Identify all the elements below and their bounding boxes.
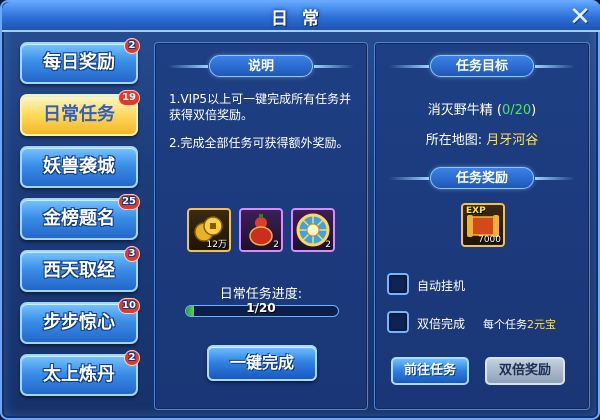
task-map: 所在地图: 月牙河谷 — [375, 129, 589, 148]
task-reward-header: 任务奖励 — [389, 167, 534, 189]
nav-item-journey-west[interactable]: 西天取经 3 — [20, 246, 140, 292]
window-title: 日常 — [271, 9, 333, 29]
one-click-complete-button[interactable]: 一键完成 — [207, 345, 317, 381]
notification-badge: 19 — [118, 90, 140, 106]
map-name-link[interactable]: 月牙河谷 — [486, 133, 538, 148]
description-header: 说明 — [168, 55, 313, 77]
nav-item-label: 妖兽袭城 — [43, 156, 115, 177]
target-count: 0/20 — [501, 103, 532, 118]
nav-item-label: 每日奖励 — [43, 52, 115, 73]
progress-text: 1/20 — [246, 301, 276, 315]
item-quantity: 2 — [273, 240, 279, 250]
nav-item-label: 步步惊心 — [43, 312, 115, 333]
progress-label: 日常任务进度: — [219, 287, 303, 302]
notification-badge: 2 — [124, 38, 140, 54]
daily-window: 日常 ✕ 每日奖励 2 日常任务 19 妖兽袭城 金榜题名 25 西天取经 3 … — [0, 0, 600, 420]
target-suffix: ) — [531, 103, 537, 118]
reward-slot-wheel[interactable]: 2 — [291, 208, 335, 252]
auto-hang-label: 自动挂机 — [417, 279, 466, 293]
notification-badge: 25 — [118, 194, 140, 210]
nav-item-label: 日常任务 — [43, 104, 115, 125]
item-quantity: 12万 — [206, 240, 227, 250]
nav-item-step-thrill[interactable]: 步步惊心 10 — [20, 298, 140, 344]
nav-item-gold-list[interactable]: 金榜题名 25 — [20, 194, 140, 240]
double-cost-prefix: 每个任务 — [483, 318, 527, 331]
notification-badge: 3 — [124, 246, 140, 262]
nav-item-label: 西天取经 — [43, 260, 115, 281]
double-cost: 每个任务2元宝 — [483, 316, 556, 332]
double-reward-button[interactable]: 双倍奖励 — [485, 357, 565, 385]
double-complete-label: 双倍完成 — [417, 317, 466, 331]
nav-item-daily-task[interactable]: 日常任务 19 — [20, 90, 140, 136]
description-line-1: 1.VIP5以上可一键完成所有任务并获得双倍奖励。 — [169, 92, 352, 122]
task-target: 消灭野牛精 (0/20) — [375, 99, 589, 118]
reward-slot-exp[interactable]: EXP 7000 — [461, 203, 505, 247]
nav-item-alchemy[interactable]: 太上炼丹 2 — [20, 350, 140, 396]
nav-item-beast-attack[interactable]: 妖兽袭城 — [20, 146, 138, 188]
task-target-header: 任务目标 — [389, 55, 534, 77]
nav-item-label: 金榜题名 — [43, 208, 115, 229]
task-panel: 任务目标 消灭野牛精 (0/20) 所在地图: 月牙河谷 任务奖励 EXP 70… — [374, 42, 590, 410]
double-cost-value: 2元宝 — [527, 318, 556, 331]
description-line-2: 2.完成全部任务可获得额外奖励。 — [169, 136, 349, 150]
nav-item-label: 太上炼丹 — [43, 364, 115, 385]
item-quantity: 2 — [325, 240, 331, 250]
goto-task-button[interactable]: 前往任务 — [391, 357, 469, 385]
exp-value: 7000 — [478, 235, 501, 245]
reward-slot-gold[interactable]: 12万 — [187, 208, 231, 252]
reward-slot-gourd[interactable]: 2 — [239, 208, 283, 252]
auto-hang-checkbox[interactable] — [387, 273, 409, 295]
exp-label: EXP — [466, 206, 486, 216]
description-panel: 说明 1.VIP5以上可一键完成所有任务并获得双倍奖励。 2.完成全部任务可获得… — [154, 42, 368, 410]
double-complete-checkbox[interactable] — [387, 311, 409, 333]
map-prefix: 所在地图: — [425, 133, 483, 148]
nav-item-daily-reward[interactable]: 每日奖励 2 — [20, 38, 140, 84]
close-icon[interactable]: ✕ — [566, 3, 594, 31]
target-prefix: 消灭野牛精 ( — [427, 103, 502, 118]
notification-badge: 10 — [118, 298, 140, 314]
notification-badge: 2 — [124, 350, 140, 366]
titlebar: 日常 ✕ — [2, 2, 600, 32]
